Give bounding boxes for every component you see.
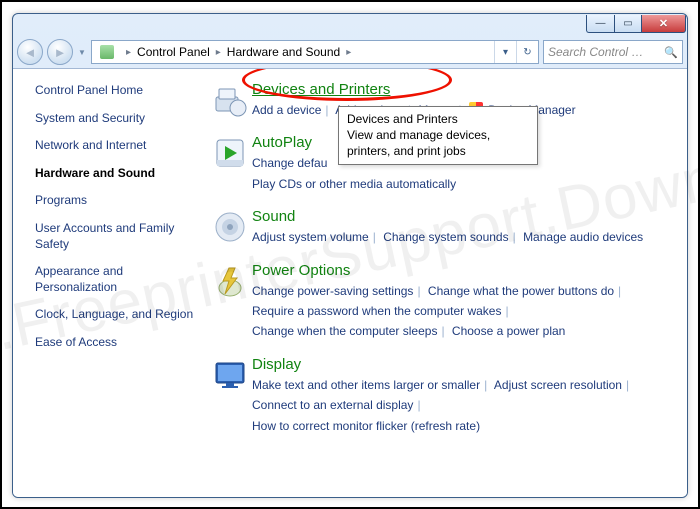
link-screen-resolution[interactable]: Adjust screen resolution [494, 378, 622, 392]
sidebar-clock-language[interactable]: Clock, Language, and Region [35, 307, 198, 323]
control-panel-icon [98, 43, 116, 61]
search-placeholder: Search Control … [548, 45, 643, 59]
breadcrumb-separator: ▸ [210, 47, 227, 58]
tooltip-body: View and manage devices, printers, and p… [347, 127, 529, 159]
history-dropdown[interactable]: ▼ [77, 48, 87, 57]
content-area: Control Panel Home System and Security N… [13, 68, 687, 497]
link-when-sleeps[interactable]: Change when the computer sleeps [252, 324, 437, 338]
section-display: Display Make text and other items larger… [208, 356, 673, 436]
breadcrumb-separator: ▸ [340, 47, 357, 58]
sidebar-user-accounts[interactable]: User Accounts and Family Safety [35, 221, 198, 252]
tooltip-title: Devices and Printers [347, 111, 529, 127]
power-heading[interactable]: Power Options [252, 262, 350, 279]
navigation-bar: ◄ ► ▼ ▸ Control Panel ▸ Hardware and Sou… [13, 36, 687, 68]
address-bar[interactable]: ▸ Control Panel ▸ Hardware and Sound ▸ ▾… [91, 40, 539, 64]
sidebar-system-security[interactable]: System and Security [35, 111, 198, 127]
breadcrumb-hardware-sound[interactable]: Hardware and Sound [227, 45, 340, 59]
link-monitor-flicker[interactable]: How to correct monitor flicker (refresh … [252, 419, 480, 433]
power-icon [208, 262, 252, 342]
maximize-button[interactable]: ▭ [614, 15, 642, 33]
link-play-cds[interactable]: Play CDs or other media automatically [252, 177, 456, 191]
search-icon: 🔍 [664, 46, 678, 59]
tooltip-devices-printers: Devices and Printers View and manage dev… [338, 106, 538, 165]
autoplay-icon [208, 134, 252, 194]
sidebar: Control Panel Home System and Security N… [13, 69, 208, 497]
link-text-size[interactable]: Make text and other items larger or smal… [252, 378, 480, 392]
address-dropdown[interactable]: ▾ [494, 41, 516, 63]
breadcrumb-separator: ▸ [120, 47, 137, 58]
sidebar-appearance[interactable]: Appearance and Personalization [35, 264, 198, 295]
devices-printers-heading[interactable]: Devices and Printers [252, 81, 390, 98]
minimize-button[interactable]: — [586, 15, 614, 33]
link-power-buttons[interactable]: Change what the power buttons do [428, 284, 614, 298]
forward-button[interactable]: ► [47, 39, 73, 65]
link-add-device[interactable]: Add a device [252, 103, 321, 117]
breadcrumb-control-panel[interactable]: Control Panel [137, 45, 210, 59]
sidebar-programs[interactable]: Programs [35, 193, 198, 209]
close-button[interactable]: ✕ [642, 15, 686, 33]
link-manage-audio[interactable]: Manage audio devices [523, 230, 643, 244]
link-adjust-volume[interactable]: Adjust system volume [252, 230, 369, 244]
display-icon [208, 356, 252, 436]
devices-printers-icon [208, 81, 252, 120]
display-heading[interactable]: Display [252, 356, 301, 373]
sidebar-hardware-sound[interactable]: Hardware and Sound [35, 166, 198, 182]
link-change-sounds[interactable]: Change system sounds [383, 230, 508, 244]
link-power-saving[interactable]: Change power-saving settings [252, 284, 413, 298]
sound-heading[interactable]: Sound [252, 208, 295, 225]
link-choose-plan[interactable]: Choose a power plan [452, 324, 565, 338]
autoplay-heading[interactable]: AutoPlay [252, 134, 312, 151]
sidebar-ease-of-access[interactable]: Ease of Access [35, 335, 198, 351]
link-external-display[interactable]: Connect to an external display [252, 398, 413, 412]
main-panel: Devices and Printers Add a device| Add a… [208, 69, 687, 497]
refresh-button[interactable]: ↻ [516, 41, 538, 63]
section-sound: Sound Adjust system volume| Change syste… [208, 208, 673, 247]
section-power-options: Power Options Change power-saving settin… [208, 262, 673, 342]
window-caption-buttons: — ▭ ✕ [13, 14, 687, 36]
sidebar-network-internet[interactable]: Network and Internet [35, 138, 198, 154]
back-button[interactable]: ◄ [17, 39, 43, 65]
control-panel-window: — ▭ ✕ ◄ ► ▼ ▸ Control Panel ▸ Hardware a… [12, 13, 688, 498]
sound-icon [208, 208, 252, 247]
sidebar-home[interactable]: Control Panel Home [35, 83, 198, 99]
search-input[interactable]: Search Control … 🔍 [543, 40, 683, 64]
link-change-defaults[interactable]: Change defau [252, 156, 327, 170]
link-require-password[interactable]: Require a password when the computer wak… [252, 304, 501, 318]
